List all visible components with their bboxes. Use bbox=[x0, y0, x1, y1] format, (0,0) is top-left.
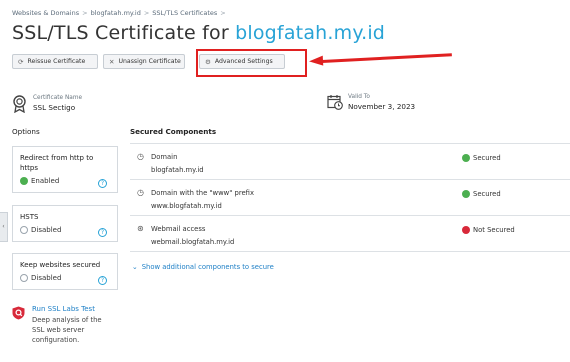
annotation-arrow-head bbox=[308, 55, 324, 67]
valid-to-label: Valid To bbox=[348, 94, 370, 100]
show-additional-components-link[interactable]: ⌄ Show additional components to secure bbox=[132, 263, 274, 271]
component-host: blogfatah.my.id bbox=[151, 166, 204, 174]
valid-to-value: November 3, 2023 bbox=[348, 102, 416, 111]
ssl-labs-shield-icon bbox=[12, 306, 25, 320]
option-status-toggle[interactable]: Disabled bbox=[20, 226, 110, 234]
show-additional-components-label: Show additional components to secure bbox=[141, 263, 274, 271]
breadcrumb-ssl-certificates[interactable]: SSL/TLS Certificates bbox=[152, 9, 217, 17]
validity-info: Valid To November 3, 2023 bbox=[327, 94, 415, 111]
breadcrumb-separator: > bbox=[82, 9, 88, 17]
reissue-certificate-label: Reissue Certificate bbox=[27, 58, 86, 65]
certificate-name-value: SSL Sectigo bbox=[33, 103, 76, 112]
breadcrumb-separator: > bbox=[143, 9, 150, 17]
option-status-label: Disabled bbox=[31, 226, 62, 234]
globe-icon: ◷ bbox=[137, 152, 144, 161]
breadcrumb-websites-domains[interactable]: Websites & Domains bbox=[12, 9, 79, 17]
component-name: Domain bbox=[151, 153, 178, 161]
secured-components-heading: Secured Components bbox=[130, 127, 217, 136]
option-status-label: Disabled bbox=[31, 274, 62, 282]
breadcrumb-domain[interactable]: blogfatah.my.id bbox=[91, 9, 141, 17]
component-status: Not Secured bbox=[462, 226, 515, 234]
certificate-info: Certificate Name SSL Sectigo bbox=[12, 95, 82, 113]
page-title-prefix: SSL/TLS Certificate for bbox=[12, 22, 236, 44]
sidebar-collapse-toggle[interactable]: ‹ bbox=[0, 212, 8, 242]
annotation-arrow-line bbox=[321, 53, 452, 63]
unassign-certificate-label: Unassign Certificate bbox=[118, 58, 181, 65]
help-icon[interactable]: ? bbox=[98, 179, 107, 188]
option-card-redirect-https: Redirect from http to https Enabled ? bbox=[12, 146, 118, 193]
component-status-label: Not Secured bbox=[473, 226, 515, 234]
secured-status-icon bbox=[462, 154, 470, 162]
run-ssl-labs-test-link[interactable]: Run SSL Labs Test bbox=[32, 305, 112, 313]
component-host: www.blogfatah.my.id bbox=[151, 202, 222, 210]
globe-icon: ◷ bbox=[137, 188, 144, 197]
component-status: Secured bbox=[462, 154, 501, 162]
certificate-name-label: Certificate Name bbox=[33, 95, 83, 101]
table-row: ⊛ Webmail access webmail.blogfatah.my.id… bbox=[130, 216, 570, 252]
option-title: Redirect from http to https bbox=[20, 154, 94, 172]
options-heading: Options bbox=[12, 127, 40, 136]
page-title: SSL/TLS Certificate for blogfatah.my.id bbox=[12, 22, 385, 44]
component-status-label: Secured bbox=[473, 190, 501, 198]
unassign-certificate-button[interactable]: ✕ Unassign Certificate bbox=[103, 54, 185, 69]
table-row: ◷ Domain with the "www" prefix www.blogf… bbox=[130, 180, 570, 216]
page-title-domain: blogfatah.my.id bbox=[235, 22, 386, 44]
disabled-status-icon bbox=[20, 226, 28, 234]
webmail-icon: ⊛ bbox=[137, 224, 144, 233]
breadcrumb-separator: > bbox=[220, 9, 226, 17]
certificate-icon bbox=[13, 95, 26, 113]
disabled-status-icon bbox=[20, 274, 28, 282]
component-name: Domain with the "www" prefix bbox=[151, 189, 254, 197]
component-name: Webmail access bbox=[151, 225, 206, 233]
annotation-highlight-box bbox=[196, 49, 307, 77]
option-status-toggle[interactable]: Disabled bbox=[20, 274, 110, 282]
calendar-clock-icon bbox=[327, 95, 343, 110]
enabled-status-icon bbox=[20, 177, 28, 185]
option-card-hsts: HSTS Disabled ? bbox=[12, 205, 118, 242]
refresh-icon: ⟳ bbox=[18, 57, 24, 66]
secured-status-icon bbox=[462, 190, 470, 198]
ssl-labs-test: Run SSL Labs Test Deep analysis of the S… bbox=[12, 305, 112, 345]
option-title: HSTS bbox=[20, 213, 39, 221]
breadcrumb: Websites & Domains > blogfatah.my.id > SSL/T… bbox=[12, 9, 229, 17]
component-status-label: Secured bbox=[473, 154, 501, 162]
option-status-label: Enabled bbox=[31, 177, 60, 185]
help-icon[interactable]: ? bbox=[98, 276, 107, 285]
help-icon[interactable]: ? bbox=[98, 228, 107, 237]
reissue-certificate-button[interactable]: ⟳ Reissue Certificate bbox=[12, 54, 98, 69]
option-card-keep-websites-secured: Keep websites secured Disabled ? bbox=[12, 253, 118, 290]
chevron-down-icon: ⌄ bbox=[132, 263, 138, 271]
component-host: webmail.blogfatah.my.id bbox=[151, 238, 235, 246]
table-row: ◷ Domain blogfatah.my.id Secured bbox=[130, 144, 570, 180]
ssl-labs-test-description: Deep analysis of the SSL web server conf… bbox=[32, 316, 102, 344]
close-icon: ✕ bbox=[109, 57, 115, 66]
option-title: Keep websites secured bbox=[20, 261, 101, 269]
secured-components-table: ◷ Domain blogfatah.my.id Secured ◷ Domai… bbox=[130, 143, 570, 252]
not-secured-status-icon bbox=[462, 226, 470, 234]
component-status: Secured bbox=[462, 190, 501, 198]
option-status-toggle[interactable]: Enabled bbox=[20, 177, 110, 185]
